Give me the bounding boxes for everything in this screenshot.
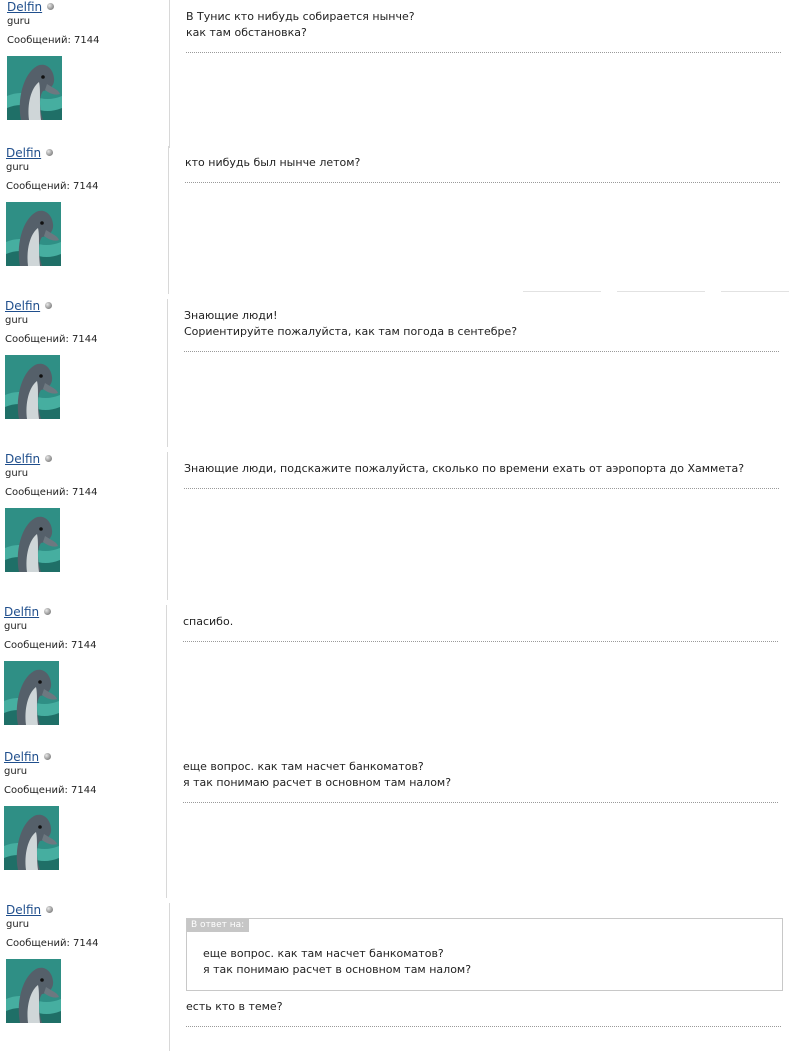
author-rank: guru	[5, 468, 29, 479]
post-separator	[183, 802, 778, 803]
quote-block: В ответ на: еще вопрос. как там насчет ба…	[186, 918, 783, 991]
author-name-link[interactable]: Delfin	[5, 452, 40, 466]
author-post-count: Сообщений: 7144	[4, 785, 97, 796]
post-separator	[184, 488, 779, 489]
online-status-icon	[47, 3, 54, 10]
post-separator	[184, 351, 779, 352]
post-separator	[185, 182, 780, 183]
post-body: есть кто в теме?	[186, 999, 283, 1015]
avatar[interactable]	[7, 56, 62, 120]
column-divider	[168, 146, 169, 294]
post-text-line: еще вопрос. как там насчет банкоматов?	[183, 760, 424, 773]
quote-line: еще вопрос. как там насчет банкоматов?	[203, 947, 444, 960]
quote-line: я так понимаю расчет в основном там нало…	[203, 963, 472, 976]
post-text-line: я так понимаю расчет в основном там нало…	[183, 776, 452, 789]
divider-line	[617, 291, 705, 292]
author-rank: guru	[7, 16, 31, 27]
online-status-icon	[45, 455, 52, 462]
avatar[interactable]	[5, 508, 60, 572]
author-rank: guru	[4, 621, 28, 632]
column-divider	[169, 903, 170, 1051]
quote-text: еще вопрос. как там насчет банкоматов? я …	[203, 946, 471, 978]
post-text-line: кто нибудь был нынче летом?	[185, 156, 361, 169]
author-post-count: Сообщений: 7144	[6, 181, 99, 192]
column-divider	[167, 452, 168, 600]
author-rank: guru	[6, 919, 30, 930]
column-divider	[166, 750, 167, 898]
post-text-line: В Тунис кто нибудь собирается нынче?	[186, 10, 415, 23]
author-rank: guru	[6, 162, 30, 173]
online-status-icon	[44, 608, 51, 615]
post-text-line: Знающие люди!	[184, 309, 278, 322]
forum-post: Delfin guru Сообщений: 7144 еще вопрос. ка…	[0, 750, 800, 898]
post-author-panel: Delfin guru Сообщений: 7144	[0, 0, 166, 148]
forum-post: Delfin guru Сообщений: 7144 В Тунис кто ни…	[0, 0, 800, 148]
post-body: Знающие люди! Сориентируйте пожалуйста, к…	[184, 308, 517, 340]
post-text-line: как там обстановка?	[186, 26, 307, 39]
avatar[interactable]	[5, 355, 60, 419]
author-rank: guru	[4, 766, 28, 777]
avatar[interactable]	[4, 661, 59, 725]
author-post-count: Сообщений: 7144	[5, 334, 98, 345]
author-name-link[interactable]: Delfin	[4, 750, 39, 764]
post-separator	[186, 52, 781, 53]
post-author-panel: Delfin guru Сообщений: 7144	[0, 750, 166, 898]
avatar[interactable]	[6, 202, 61, 266]
author-name-link[interactable]: Delfin	[5, 299, 40, 313]
post-body: Знающие люди, подскажите пожалуйста, ско…	[184, 461, 744, 477]
column-divider	[167, 299, 168, 447]
post-author-panel: Delfin guru Сообщений: 7144	[0, 605, 166, 753]
online-status-icon	[44, 753, 51, 760]
post-author-panel: Delfin guru Сообщений: 7144	[0, 452, 166, 600]
forum-post: Delfin guru Сообщений: 7144 кто нибудь был…	[0, 146, 800, 294]
post-text-line: есть кто в теме?	[186, 1000, 283, 1013]
column-divider	[169, 0, 170, 148]
forum-post: Delfin guru Сообщений: 7144 В ответ на: еще…	[0, 903, 800, 1051]
post-body: кто нибудь был нынче летом?	[185, 155, 360, 171]
forum-post: Delfin guru Сообщений: 7144 Знающие люди, …	[0, 452, 800, 600]
author-post-count: Сообщений: 7144	[4, 640, 97, 651]
forum-post: Delfin guru Сообщений: 7144 спасибо.	[0, 605, 800, 753]
divider-line	[721, 291, 789, 292]
post-text-line: Знающие люди, подскажите пожалуйста, ско…	[184, 462, 745, 475]
post-separator	[183, 641, 778, 642]
author-post-count: Сообщений: 7144	[6, 938, 99, 949]
quote-label: В ответ на:	[187, 919, 250, 932]
post-text-line: спасибо.	[183, 615, 234, 628]
post-body: В Тунис кто нибудь собирается нынче? как …	[186, 9, 415, 41]
author-name-link[interactable]: Delfin	[6, 903, 41, 917]
post-separator	[186, 1026, 781, 1027]
online-status-icon	[45, 302, 52, 309]
online-status-icon	[46, 149, 53, 156]
avatar[interactable]	[4, 806, 59, 870]
author-post-count: Сообщений: 7144	[7, 35, 100, 46]
avatar[interactable]	[6, 959, 61, 1023]
author-name-link[interactable]: Delfin	[6, 146, 41, 160]
author-post-count: Сообщений: 7144	[5, 487, 98, 498]
post-text-line: Сориентируйте пожалуйста, как там погода…	[184, 325, 518, 338]
divider-line	[523, 291, 601, 292]
author-rank: guru	[5, 315, 29, 326]
online-status-icon	[46, 906, 53, 913]
post-body: спасибо.	[183, 614, 233, 630]
column-divider	[166, 605, 167, 753]
post-author-panel: Delfin guru Сообщений: 7144	[0, 146, 166, 294]
author-name-link[interactable]: Delfin	[7, 0, 42, 14]
post-author-panel: Delfin guru Сообщений: 7144	[0, 903, 166, 1051]
post-author-panel: Delfin guru Сообщений: 7144	[0, 299, 166, 447]
post-body: еще вопрос. как там насчет банкоматов? я …	[183, 759, 451, 791]
forum-post: Delfin guru Сообщений: 7144 Знающие люди! С…	[0, 299, 800, 447]
author-name-link[interactable]: Delfin	[4, 605, 39, 619]
